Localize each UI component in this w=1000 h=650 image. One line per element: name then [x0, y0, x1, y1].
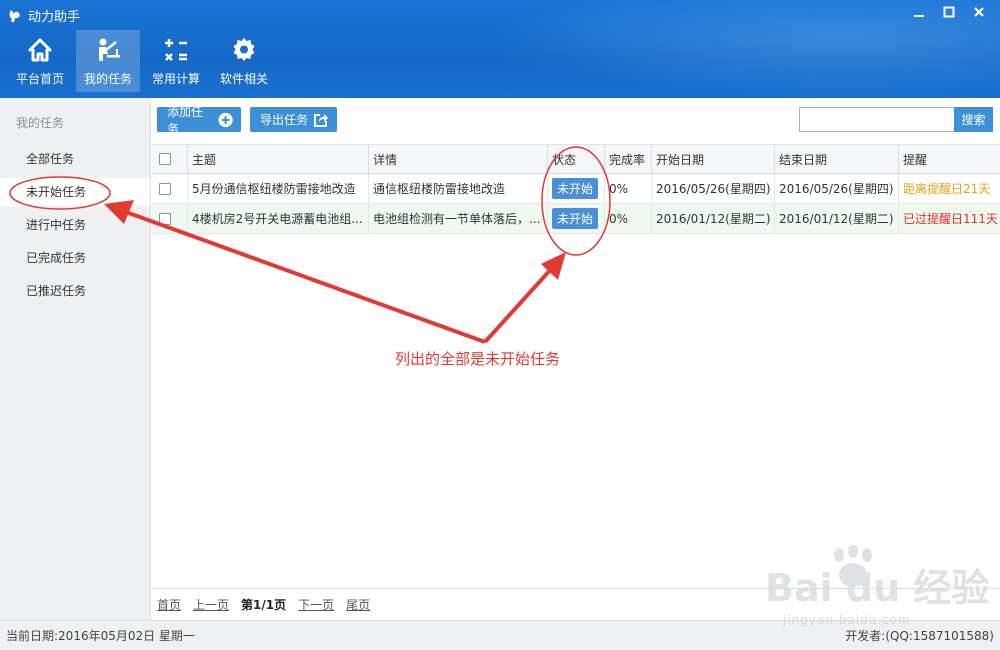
header-detail[interactable]: 详情 — [369, 145, 548, 173]
baidu-watermark: Bai du 经验 jingyan.baidu.com — [755, 545, 995, 635]
sidebar-item-all-tasks[interactable]: 全部任务 — [0, 145, 150, 173]
watermark-main: Bai du 经验 — [765, 566, 990, 610]
title-toolbar: 动力助手 平台首页 我的任务 常用计算 软件相关 — [0, 0, 1000, 98]
export-icon — [314, 113, 328, 127]
cell-end-date: 2016/01/12(星期二) — [775, 204, 899, 233]
nav-label: 平台首页 — [15, 72, 64, 86]
table-header: 主题 详情 状态 完成率 开始日期 结束日期 提醒 — [152, 144, 1000, 174]
annotation-arrow-to-status — [483, 266, 554, 344]
nav-label: 我的任务 — [83, 72, 132, 86]
first-page-link[interactable]: 首页 — [157, 596, 181, 613]
close-icon — [974, 7, 984, 17]
cell-status: 未开始 — [548, 204, 605, 233]
header-start-date[interactable]: 开始日期 — [652, 145, 775, 173]
cell-rate: 0% — [605, 174, 652, 203]
sidebar-title: 我的任务 — [16, 116, 65, 130]
header-subject[interactable]: 主题 — [188, 145, 369, 173]
cell-start-date: 2016/01/12(星期二) — [652, 204, 775, 233]
app-logo-icon — [9, 9, 20, 22]
cell-status: 未开始 — [548, 174, 605, 203]
select-all-checkbox[interactable] — [159, 153, 171, 165]
window-controls — [906, 2, 992, 22]
prev-page-link[interactable]: 上一页 — [193, 596, 229, 613]
task-table: 主题 详情 状态 完成率 开始日期 结束日期 提醒 5月份通信枢纽楼防雷接地改造… — [152, 144, 1000, 234]
table-row[interactable]: 5月份通信枢纽楼防雷接地改造 通信枢纽楼防雷接地改造 未开始 0% 2016/0… — [152, 174, 1000, 204]
last-page-link[interactable]: 尾页 — [346, 596, 370, 613]
sidebar-item-not-started[interactable]: 未开始任务 — [0, 178, 150, 206]
sidebar: 我的任务 全部任务 未开始任务 进行中任务 已完成任务 已推迟任务 — [0, 98, 151, 620]
row-checkbox-cell — [152, 174, 188, 203]
header-status[interactable]: 状态 — [548, 145, 605, 173]
sidebar-item-in-progress[interactable]: 进行中任务 — [0, 211, 150, 239]
annotation-text: 列出的全部是未开始任务 — [395, 350, 561, 368]
minimize-button[interactable] — [906, 2, 932, 22]
search-button[interactable]: 搜索 — [954, 107, 993, 132]
nav-item-software[interactable]: 软件相关 — [212, 30, 276, 92]
cell-start-date: 2016/05/26(星期四) — [652, 174, 775, 203]
cell-remind: 已过提醒日111天 — [903, 212, 998, 226]
cell-detail: 电池组检测有一节单体落后，... — [369, 204, 548, 233]
gear-icon — [233, 38, 255, 61]
cell-end-date: 2016/05/26(星期四) — [775, 174, 899, 203]
home-icon — [28, 38, 52, 62]
header-checkbox-cell — [152, 145, 188, 173]
row-checkbox-cell — [152, 204, 188, 233]
plus-circle-icon — [218, 112, 233, 127]
cell-remind: 距离提醒日21天 — [903, 182, 991, 196]
nav-item-calculator[interactable]: 常用计算 — [144, 30, 208, 92]
watermark-sub: jingyan.baidu.com — [783, 613, 911, 627]
app-title: 动力助手 — [8, 6, 80, 25]
maximize-button[interactable] — [936, 2, 962, 22]
row-checkbox[interactable] — [159, 182, 171, 195]
header-end-date[interactable]: 结束日期 — [775, 145, 899, 173]
maximize-icon — [943, 6, 955, 18]
add-task-button[interactable]: 添加任务 — [157, 105, 241, 136]
annotation-arrowhead-status — [541, 252, 566, 280]
table-row[interactable]: 4楼机房2号开关电源蓄电池组... 电池组检测有一节单体落后，... 未开始 0… — [152, 204, 1000, 234]
row-checkbox[interactable] — [159, 212, 171, 225]
close-button[interactable] — [966, 2, 992, 22]
add-task-label: 添加任务 — [167, 104, 204, 136]
nav-item-home[interactable]: 平台首页 — [8, 30, 72, 92]
sidebar-item-completed[interactable]: 已完成任务 — [0, 244, 150, 272]
cell-detail: 通信枢纽楼防雷接地改造 — [369, 174, 548, 203]
cell-subject: 5月份通信枢纽楼防雷接地改造 — [188, 174, 369, 203]
search-input[interactable] — [799, 107, 955, 132]
export-task-button[interactable]: 导出任务 — [250, 107, 337, 132]
nav-item-my-tasks[interactable]: 我的任务 — [76, 30, 140, 92]
current-date: 当前日期:2016年05月02日 星期一 — [6, 629, 195, 643]
header-remind[interactable]: 提醒 — [899, 145, 1000, 173]
nav-label: 软件相关 — [219, 72, 268, 86]
minimize-icon — [914, 15, 924, 17]
app-title-text: 动力助手 — [28, 10, 81, 25]
export-task-label: 导出任务 — [260, 113, 309, 127]
task-icon — [99, 38, 120, 61]
sidebar-item-postponed[interactable]: 已推迟任务 — [0, 277, 150, 305]
status-badge: 未开始 — [552, 178, 599, 199]
calculator-icon — [165, 39, 187, 61]
status-badge: 未开始 — [552, 208, 599, 229]
next-page-link[interactable]: 下一页 — [298, 596, 334, 613]
nav-label: 常用计算 — [151, 72, 200, 86]
header-rate[interactable]: 完成率 — [605, 145, 652, 173]
cell-rate: 0% — [605, 204, 652, 233]
cell-subject: 4楼机房2号开关电源蓄电池组... — [188, 204, 369, 233]
main-nav: 平台首页 我的任务 常用计算 软件相关 — [8, 30, 276, 92]
current-page: 第1/1页 — [241, 598, 287, 612]
